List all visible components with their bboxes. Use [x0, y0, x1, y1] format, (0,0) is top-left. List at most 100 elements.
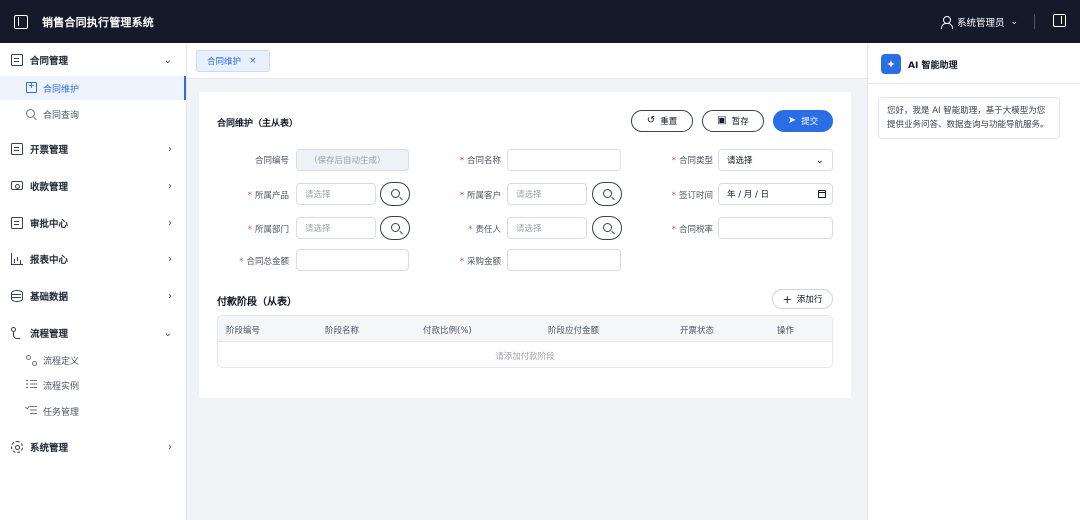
sign-date-input[interactable]: 年 / 月 / 日: [718, 183, 833, 205]
gear-icon: [11, 441, 23, 453]
ai-assistant-panel: ✦ AI 智能助理 您好，我是 AI 智能助理，基于大模型为您提供业务问答、数据…: [867, 43, 1080, 520]
select-value: 请选择: [727, 156, 753, 166]
chevron-right-icon: ›: [168, 253, 172, 265]
department-label: * 所属部门: [247, 225, 289, 235]
customer-input[interactable]: 请选择: [507, 183, 587, 205]
owner-input[interactable]: 请选择: [507, 217, 587, 239]
product-input[interactable]: 请选择: [296, 183, 376, 205]
sidebar-group-label: 审批中心: [30, 219, 69, 230]
product-label: * 所属产品: [247, 191, 289, 201]
sidebar-group-label: 开票管理: [30, 145, 69, 156]
column-header: 操作: [777, 326, 795, 336]
database-icon: [11, 290, 23, 302]
department-input[interactable]: 请选择: [296, 217, 376, 239]
sidebar-group-receipt[interactable]: 收款管理 ›: [0, 176, 186, 196]
invoice-icon: [11, 143, 23, 155]
app-title: 销售合同执行管理系统: [42, 15, 154, 29]
sidebar-item-contract-maintain[interactable]: 合同维护: [0, 76, 186, 100]
send-icon: ➤: [787, 115, 797, 126]
add-row-button[interactable]: + 添加行: [772, 289, 833, 309]
chevron-down-icon: ⌄: [163, 327, 172, 339]
column-header: 付款比例(%): [423, 326, 472, 336]
plus-icon: +: [782, 292, 792, 306]
column-header: 开票状态: [680, 326, 715, 336]
sidebar-toggle-icon[interactable]: [14, 14, 28, 29]
contract-name-input[interactable]: [507, 149, 621, 171]
contract-type-label: * 合同类型: [671, 156, 713, 166]
sidebar-item-label: 合同查询: [43, 110, 80, 121]
user-menu[interactable]: 系统管理员 ⌄: [940, 0, 1018, 43]
sidebar-group-label: 收款管理: [30, 182, 69, 193]
chevron-down-icon: ⌄: [815, 154, 824, 166]
save-draft-button[interactable]: ▣ 暂存: [702, 110, 764, 132]
sidebar-item-label: 流程定义: [43, 356, 80, 367]
sidebar-item-task-management[interactable]: 任务管理: [0, 399, 186, 423]
sign-date-label: * 签订时间: [671, 191, 713, 201]
sidebar-item-contract-query[interactable]: 合同查询: [0, 102, 186, 126]
sidebar-group-contract[interactable]: 合同管理 ⌄: [0, 50, 186, 70]
file-plus-icon: [26, 81, 37, 93]
purchase-amount-input[interactable]: [507, 249, 621, 271]
purchase-amount-label: * 采购金额: [459, 257, 501, 267]
sidebar-group-invoice[interactable]: 开票管理 ›: [0, 139, 186, 159]
table-header: 阶段编号 阶段名称 付款比例(%) 阶段应付金额 开票状态 操作: [218, 316, 832, 342]
tab-contract-maintain[interactable]: 合同维护 ×: [196, 50, 270, 72]
clipboard-icon: [11, 217, 23, 229]
sidebar: 合同管理 ⌄ 合同维护 合同查询 开票管理 › 收款管理 › 审批中心 › 报表…: [0, 43, 187, 520]
product-search-button[interactable]: [380, 182, 410, 206]
chevron-down-icon: ⌄: [163, 54, 172, 66]
sidebar-item-flow-instance[interactable]: 流程实例: [0, 373, 186, 397]
contract-name-label: * 合同名称: [459, 156, 501, 166]
nodes-icon: [26, 355, 37, 366]
chevron-right-icon: ›: [168, 217, 172, 229]
customer-label: * 所属客户: [459, 191, 501, 201]
sidebar-group-system[interactable]: 系统管理 ›: [0, 437, 186, 457]
add-row-label: 添加行: [796, 295, 823, 305]
department-search-button[interactable]: [380, 216, 410, 240]
close-icon[interactable]: ×: [249, 56, 257, 66]
sidebar-group-approval[interactable]: 审批中心 ›: [0, 213, 186, 233]
document-icon: [11, 54, 23, 66]
sidebar-group-reports[interactable]: 报表中心 ›: [0, 249, 186, 269]
sidebar-item-label: 任务管理: [43, 407, 80, 418]
total-amount-input[interactable]: [296, 249, 409, 271]
owner-search-button[interactable]: [592, 216, 622, 240]
sidebar-item-flow-definition[interactable]: 流程定义: [0, 348, 186, 372]
search-icon: [391, 189, 400, 198]
sidebar-item-label: 流程实例: [43, 381, 80, 392]
divider: [1034, 14, 1035, 29]
sidebar-group-label: 流程管理: [30, 329, 69, 340]
ai-panel-header: ✦ AI 智能助理: [868, 43, 1080, 84]
total-amount-label: * 合同总金额: [239, 257, 289, 267]
save-icon: ▣: [717, 115, 727, 126]
reset-icon: ↺: [646, 115, 656, 126]
git-branch-icon: [11, 327, 23, 339]
list-icon: [26, 379, 37, 390]
customer-search-button[interactable]: [592, 182, 622, 206]
column-header: 阶段应付金额: [548, 326, 600, 336]
submit-button[interactable]: ➤ 提交: [773, 110, 833, 132]
contract-type-select[interactable]: 请选择 ⌄: [718, 149, 833, 171]
submit-label: 提交: [801, 117, 819, 127]
sidebar-group-basedata[interactable]: 基础数据 ›: [0, 286, 186, 306]
owner-label: * 责任人: [468, 225, 501, 235]
user-name: 系统管理员: [956, 17, 1005, 29]
form-title: 合同维护（主从表）: [217, 119, 299, 129]
sparkle-icon: ✦: [881, 54, 901, 74]
sidebar-group-label: 报表中心: [30, 255, 69, 266]
sidebar-group-workflow[interactable]: 流程管理 ⌄: [0, 323, 186, 343]
tab-bar: 合同维护 ×: [187, 43, 867, 79]
chevron-right-icon: ›: [168, 441, 172, 453]
contract-no-label: 合同编号: [254, 156, 289, 166]
ai-panel-title: AI 智能助理: [908, 61, 958, 71]
contract-form-card: 合同维护（主从表） ↺ 重置 ▣ 暂存 ➤ 提交 合同编号 （保存后自动生成） …: [199, 92, 851, 398]
search-icon: [391, 223, 400, 232]
payment-table: 阶段编号 阶段名称 付款比例(%) 阶段应付金额 开票状态 操作 请添加付款阶段: [217, 315, 833, 368]
search-icon: [26, 109, 35, 118]
panel-toggle-icon[interactable]: [1053, 14, 1066, 27]
tax-rate-input[interactable]: [718, 217, 833, 239]
chevron-right-icon: ›: [168, 290, 172, 302]
reset-button[interactable]: ↺ 重置: [631, 110, 693, 132]
save-draft-label: 暂存: [731, 117, 749, 127]
calendar-icon[interactable]: [818, 190, 826, 198]
